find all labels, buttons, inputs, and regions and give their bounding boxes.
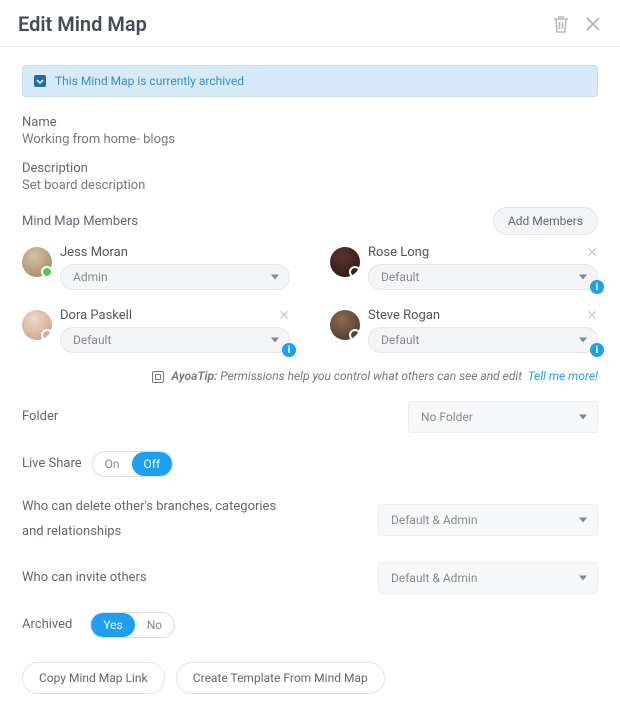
- copy-link-button[interactable]: Copy Mind Map Link: [22, 662, 165, 694]
- remove-member-icon[interactable]: ✕: [586, 309, 598, 323]
- footer-buttons: Copy Mind Map Link Create Template From …: [22, 662, 598, 694]
- close-icon[interactable]: [584, 15, 602, 33]
- member-name: Rose Long: [368, 245, 429, 260]
- perm-invite-select[interactable]: Default & Admin: [378, 562, 598, 594]
- member-row: Steve Rogan ✕ Default i: [330, 308, 598, 353]
- alert-text: This Mind Map is currently archived: [55, 74, 244, 88]
- description-field: Description Set board description: [22, 161, 598, 193]
- member-name: Steve Rogan: [368, 308, 440, 323]
- avatar[interactable]: [22, 247, 52, 277]
- remove-member-icon[interactable]: ✕: [278, 309, 290, 323]
- toggle-yes[interactable]: Yes: [91, 613, 134, 637]
- info-icon[interactable]: i: [590, 280, 604, 294]
- member-role-select[interactable]: Default: [60, 327, 290, 353]
- perm-delete-select[interactable]: Default & Admin: [378, 504, 598, 536]
- members-label: Mind Map Members: [22, 214, 138, 229]
- dialog-header: Edit Mind Map: [0, 0, 620, 47]
- info-icon[interactable]: i: [282, 343, 296, 357]
- archived-alert: This Mind Map is currently archived: [22, 65, 598, 97]
- member-name: Jess Moran: [60, 245, 128, 260]
- toggle-on[interactable]: On: [93, 452, 132, 476]
- toggle-no[interactable]: No: [135, 613, 174, 637]
- live-share-label: Live Share: [22, 452, 82, 477]
- tip-icon: [152, 371, 164, 383]
- toggle-off[interactable]: Off: [132, 452, 173, 476]
- tip-label: AyoaTip:: [171, 369, 217, 383]
- perm-invite-label: Who can invite others: [22, 566, 147, 591]
- member-row: Dora Paskell ✕ Default i: [22, 308, 290, 353]
- folder-label: Folder: [22, 405, 58, 430]
- archived-row: Archived Yes No: [22, 612, 598, 638]
- folder-row: Folder No Folder: [22, 401, 598, 433]
- avatar[interactable]: [330, 310, 360, 340]
- info-icon[interactable]: i: [590, 343, 604, 357]
- perm-delete-label: Who can delete other's branches, categor…: [22, 495, 282, 544]
- archived-toggle[interactable]: Yes No: [90, 612, 175, 638]
- permissions-tip: AyoaTip: Permissions help you control wh…: [22, 369, 598, 383]
- members-grid: Jess Moran Admin Rose Long ✕ Default i: [22, 245, 598, 353]
- description-label: Description: [22, 161, 598, 176]
- name-label: Name: [22, 115, 598, 130]
- trash-icon[interactable]: [552, 14, 570, 34]
- member-role-select[interactable]: Default: [368, 327, 598, 353]
- member-row: Rose Long ✕ Default i: [330, 245, 598, 290]
- remove-member-icon[interactable]: ✕: [586, 246, 598, 260]
- member-role-select[interactable]: Default: [368, 264, 598, 290]
- dialog-body: This Mind Map is currently archived Name…: [0, 47, 620, 712]
- perm-delete-row: Who can delete other's branches, categor…: [22, 495, 598, 544]
- tip-text: Permissions help you control what others…: [220, 369, 522, 383]
- name-value[interactable]: Working from home- blogs: [22, 132, 175, 147]
- archived-label: Archived: [22, 613, 72, 638]
- member-row: Jess Moran Admin: [22, 245, 290, 290]
- live-share-row: Live Share On Off: [22, 451, 598, 477]
- dialog-title: Edit Mind Map: [18, 12, 538, 36]
- member-role-select[interactable]: Admin: [60, 264, 290, 290]
- avatar[interactable]: [330, 247, 360, 277]
- perm-invite-row: Who can invite others Default & Admin: [22, 562, 598, 594]
- live-share-toggle[interactable]: On Off: [92, 451, 174, 477]
- member-name: Dora Paskell: [60, 308, 132, 323]
- create-template-button[interactable]: Create Template From Mind Map: [176, 662, 385, 694]
- add-members-button[interactable]: Add Members: [493, 207, 598, 235]
- description-placeholder[interactable]: Set board description: [22, 178, 145, 193]
- folder-select[interactable]: No Folder: [408, 401, 598, 433]
- members-header: Mind Map Members Add Members: [22, 207, 598, 235]
- avatar[interactable]: [22, 310, 52, 340]
- name-field: Name Working from home- blogs: [22, 115, 598, 147]
- archive-icon: [33, 74, 47, 88]
- tip-link[interactable]: Tell me more!: [528, 369, 598, 383]
